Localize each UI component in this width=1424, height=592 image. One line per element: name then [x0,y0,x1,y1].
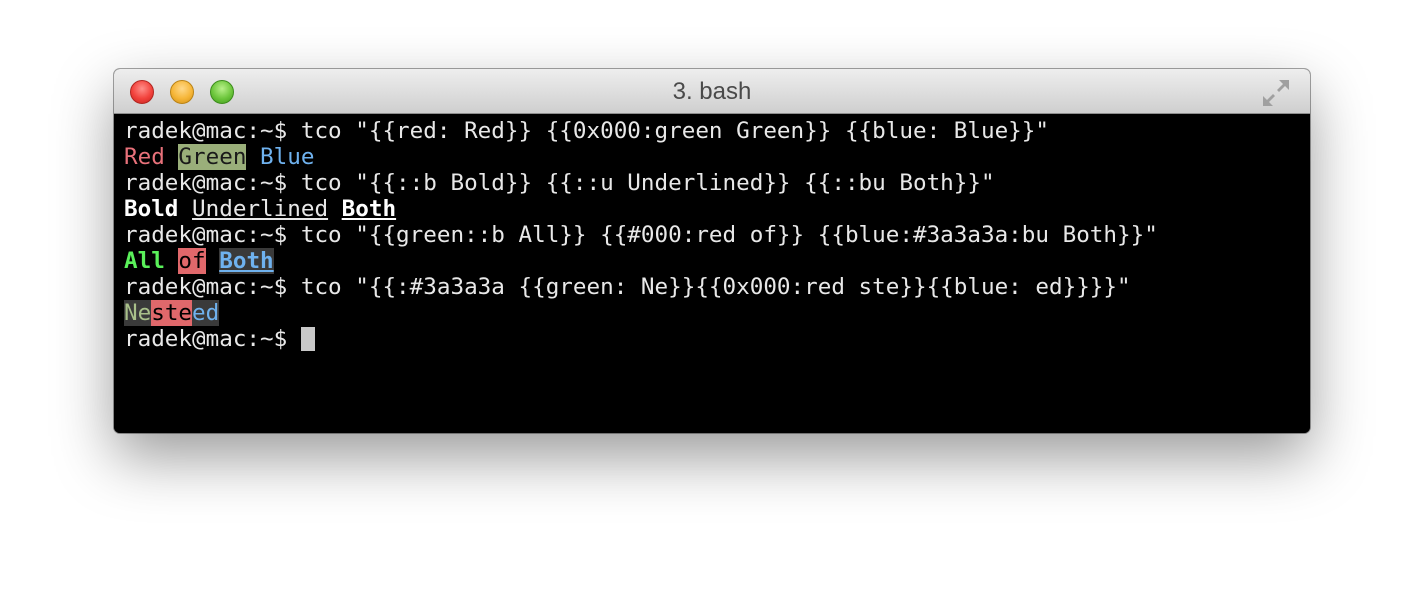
output-underlined: Underlined [192,196,329,222]
output-of: of [178,248,206,274]
command-text: tco "{{red: Red}} {{0x000:green Green}} … [300,118,1049,144]
prompt: radek@mac:~$ [124,170,288,196]
command-line-2: radek@mac:~$ tco "{{::b Bold}} {{::u Und… [124,170,995,196]
command-text: tco "{{green::b All}} {{#000:red of}} {{… [300,222,1158,248]
fullscreen-icon[interactable] [1262,79,1290,107]
output-line-3: All of Both [124,248,274,274]
output-ste: ste [151,300,193,326]
output-all: All [124,248,165,274]
active-prompt-line[interactable]: radek@mac:~$ [124,326,316,352]
text-cursor [301,327,316,351]
command-text: tco "{{::b Bold}} {{::u Underlined}} {{:… [300,170,995,196]
title-bar[interactable]: 3. bash [114,69,1310,114]
output-both: Both [341,196,397,222]
output-red: Red [124,144,165,170]
output-both-styled: Both [219,248,274,274]
output-green: Green [178,144,247,170]
output-line-1: Red Green Blue [124,144,314,170]
prompt: radek@mac:~$ [124,326,288,352]
command-text: tco "{{:#3a3a3a {{green: Ne}}{{0x000:red… [300,274,1131,300]
output-line-4: Nesteed [124,300,220,326]
output-ed: ed [192,300,220,326]
terminal-window: 3. bash radek@mac:~$ tco "{{red: Red}} {… [114,69,1310,433]
prompt: radek@mac:~$ [124,274,288,300]
window-title: 3. bash [672,78,752,105]
command-line-3: radek@mac:~$ tco "{{green::b All}} {{#00… [124,222,1158,248]
command-line-1: radek@mac:~$ tco "{{red: Red}} {{0x000:g… [124,118,1049,144]
command-line-4: radek@mac:~$ tco "{{:#3a3a3a {{green: Ne… [124,274,1131,300]
desktop: 3. bash radek@mac:~$ tco "{{red: Red}} {… [0,0,1424,592]
terminal-output[interactable]: radek@mac:~$ tco "{{red: Red}} {{0x000:g… [114,114,1310,433]
prompt: radek@mac:~$ [124,222,288,248]
output-blue: Blue [260,144,315,170]
output-ne: Ne [124,300,152,326]
output-line-2: Bold Underlined Both [124,196,396,222]
prompt: radek@mac:~$ [124,118,288,144]
output-bold: Bold [124,196,179,222]
